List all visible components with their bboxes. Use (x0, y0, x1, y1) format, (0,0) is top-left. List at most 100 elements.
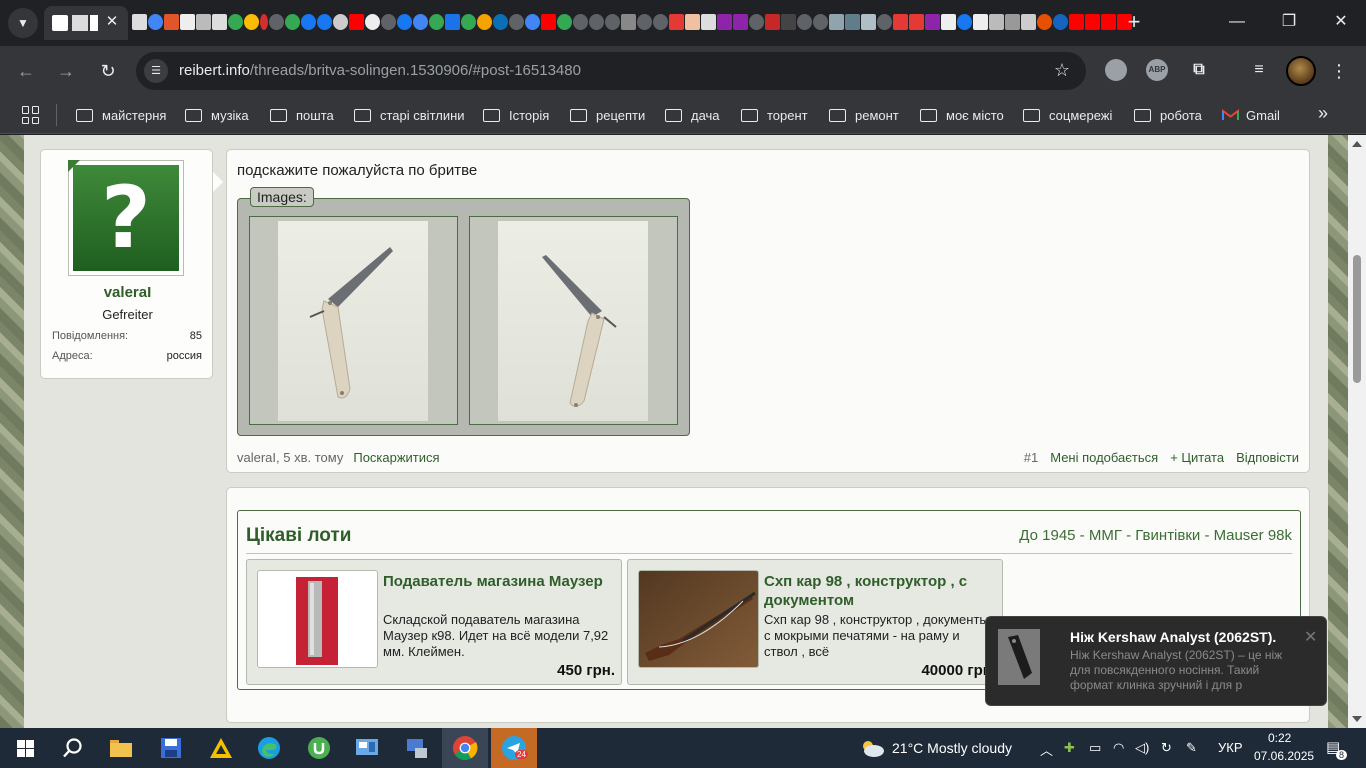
clock-date[interactable]: 07.06.2025 (1254, 749, 1314, 763)
tab-favicon[interactable] (477, 14, 492, 30)
tab-favicon[interactable] (1069, 14, 1084, 30)
lot-image[interactable] (638, 570, 759, 668)
edge-button[interactable] (246, 728, 292, 768)
menu-dots-icon[interactable]: ⋮ (1330, 58, 1348, 84)
tab-favicon[interactable] (589, 14, 604, 30)
username-link[interactable]: valeraI (41, 284, 214, 301)
bookmark-folder[interactable]: музіка (185, 106, 249, 124)
scroll-up-icon[interactable] (1352, 141, 1362, 147)
lots-breadcrumb[interactable]: До 1945 - ММГ - Гвинтівки - Mauser 98k (1019, 527, 1292, 544)
tab-close-icon[interactable]: ✕ (102, 12, 122, 32)
lot-card[interactable]: Схп кар 98 , конструктор , с документом … (627, 559, 1003, 685)
bookmark-folder[interactable]: дача (665, 106, 720, 124)
file-explorer-button[interactable] (98, 728, 144, 768)
post-author-time[interactable]: valeraI, 5 хв. тому (237, 450, 343, 465)
clock-time[interactable]: 0:22 (1268, 731, 1291, 745)
bookmark-folder[interactable]: рецепти (570, 106, 645, 124)
forward-icon[interactable]: → (52, 57, 80, 85)
bookmark-folder[interactable]: соцмережі (1023, 106, 1112, 124)
tab-favicon[interactable] (829, 14, 844, 30)
tab-favicon[interactable] (333, 14, 348, 30)
tab-favicon[interactable] (893, 14, 908, 30)
tab-favicon[interactable] (493, 14, 508, 30)
tab-favicon[interactable] (132, 14, 147, 30)
tab-favicon[interactable] (781, 14, 796, 30)
close-icon[interactable]: ✕ (1304, 627, 1317, 647)
tab-favicon[interactable] (509, 14, 524, 30)
tab-favicon[interactable] (148, 14, 163, 30)
extensions-puzzle-icon[interactable]: ⧉ (1188, 59, 1210, 81)
tab-favicon[interactable] (212, 14, 227, 30)
site-info-icon[interactable]: ☰ (144, 59, 168, 83)
scroll-down-icon[interactable] (1352, 716, 1362, 722)
sync-icon[interactable]: ↻ (1161, 740, 1172, 756)
reload-icon[interactable]: ↻ (94, 57, 122, 85)
app-button[interactable] (394, 728, 440, 768)
chevron-up-icon[interactable]: ︿ (1040, 740, 1053, 759)
language-indicator[interactable]: УКР (1218, 740, 1243, 755)
tab-favicon[interactable] (941, 14, 956, 30)
tab-favicon[interactable] (349, 14, 364, 30)
tab-favicon[interactable] (429, 14, 444, 30)
start-button[interactable] (2, 728, 48, 768)
like-link[interactable]: Мені подобається (1050, 450, 1158, 465)
bookmark-folder[interactable]: Історія (483, 106, 549, 124)
restore-icon[interactable]: ❐ (1266, 8, 1312, 36)
tab-favicon[interactable] (605, 14, 620, 30)
user-avatar[interactable]: ? (68, 160, 184, 276)
telegram-button[interactable]: 24 (491, 728, 537, 768)
page-scrollbar[interactable] (1348, 135, 1366, 728)
tab-favicon[interactable] (413, 14, 428, 30)
bookmark-folder[interactable]: старі світлини (354, 106, 465, 124)
tab-favicon[interactable] (845, 14, 860, 30)
tab-favicon[interactable] (164, 14, 179, 30)
close-window-icon[interactable]: ✕ (1318, 8, 1364, 36)
bookmark-folder[interactable]: моє місто (920, 106, 1004, 124)
tab-favicon[interactable] (813, 14, 828, 30)
lot-name-link[interactable]: Подаватель магазина Маузер (383, 572, 615, 591)
tab-favicon[interactable] (925, 14, 940, 30)
tab-favicon[interactable] (717, 14, 732, 30)
tab-favicon[interactable] (909, 14, 924, 30)
address-bar[interactable]: ☰ reibert.info/threads/britva-solingen.1… (136, 52, 1086, 90)
app-button[interactable] (198, 728, 244, 768)
tab-favicon[interactable] (621, 14, 636, 30)
lot-card[interactable]: Подаватель магазина Маузер Складской под… (246, 559, 622, 685)
tab-favicon[interactable] (525, 14, 540, 30)
tab-favicon[interactable] (244, 14, 259, 30)
profile-avatar[interactable] (1286, 56, 1316, 86)
tab-favicon[interactable] (461, 14, 476, 30)
tab-favicon[interactable] (1021, 14, 1036, 30)
post-number-link[interactable]: #1 (1024, 450, 1038, 465)
tab-search-button[interactable]: ▼ (8, 8, 38, 38)
bookmarks-overflow-icon[interactable]: » (1318, 103, 1328, 124)
bookmark-star-icon[interactable]: ☆ (1054, 60, 1070, 81)
bookmark-folder[interactable]: робота (1134, 106, 1202, 124)
tab-favicon[interactable] (260, 14, 268, 30)
report-link[interactable]: Поскаржитися (353, 450, 439, 465)
volume-icon[interactable]: ◁) (1135, 740, 1149, 756)
bookmark-folder[interactable]: майстерня (76, 106, 166, 124)
tab-favicon[interactable] (365, 14, 380, 30)
tab-favicon[interactable] (1085, 14, 1100, 30)
tab-favicon[interactable] (381, 14, 396, 30)
tab-favicon[interactable] (637, 14, 652, 30)
tab-favicon[interactable] (989, 14, 1004, 30)
lot-name-link[interactable]: Схп кар 98 , конструктор , с документом (764, 572, 996, 610)
weather-text[interactable]: 21°C Mostly cloudy (892, 740, 1012, 756)
translate-extension-icon[interactable] (1105, 59, 1127, 81)
app-button[interactable] (344, 728, 390, 768)
tab-favicon[interactable] (1005, 14, 1020, 30)
tray-app-icon[interactable]: ✚ (1064, 740, 1075, 756)
tab-favicon[interactable] (701, 14, 716, 30)
chrome-button[interactable] (442, 728, 488, 768)
active-tab[interactable]: ✕ (44, 6, 128, 40)
tab-favicon[interactable] (877, 14, 892, 30)
bookmark-folder[interactable]: ремонт (829, 106, 899, 124)
minimize-icon[interactable]: — (1214, 8, 1260, 36)
back-icon[interactable]: ← (12, 57, 40, 85)
tab-favicon[interactable] (973, 14, 988, 30)
reading-list-icon[interactable]: ≡ (1248, 59, 1270, 81)
tab-favicon[interactable] (317, 14, 332, 30)
tab-favicon[interactable] (765, 14, 780, 30)
